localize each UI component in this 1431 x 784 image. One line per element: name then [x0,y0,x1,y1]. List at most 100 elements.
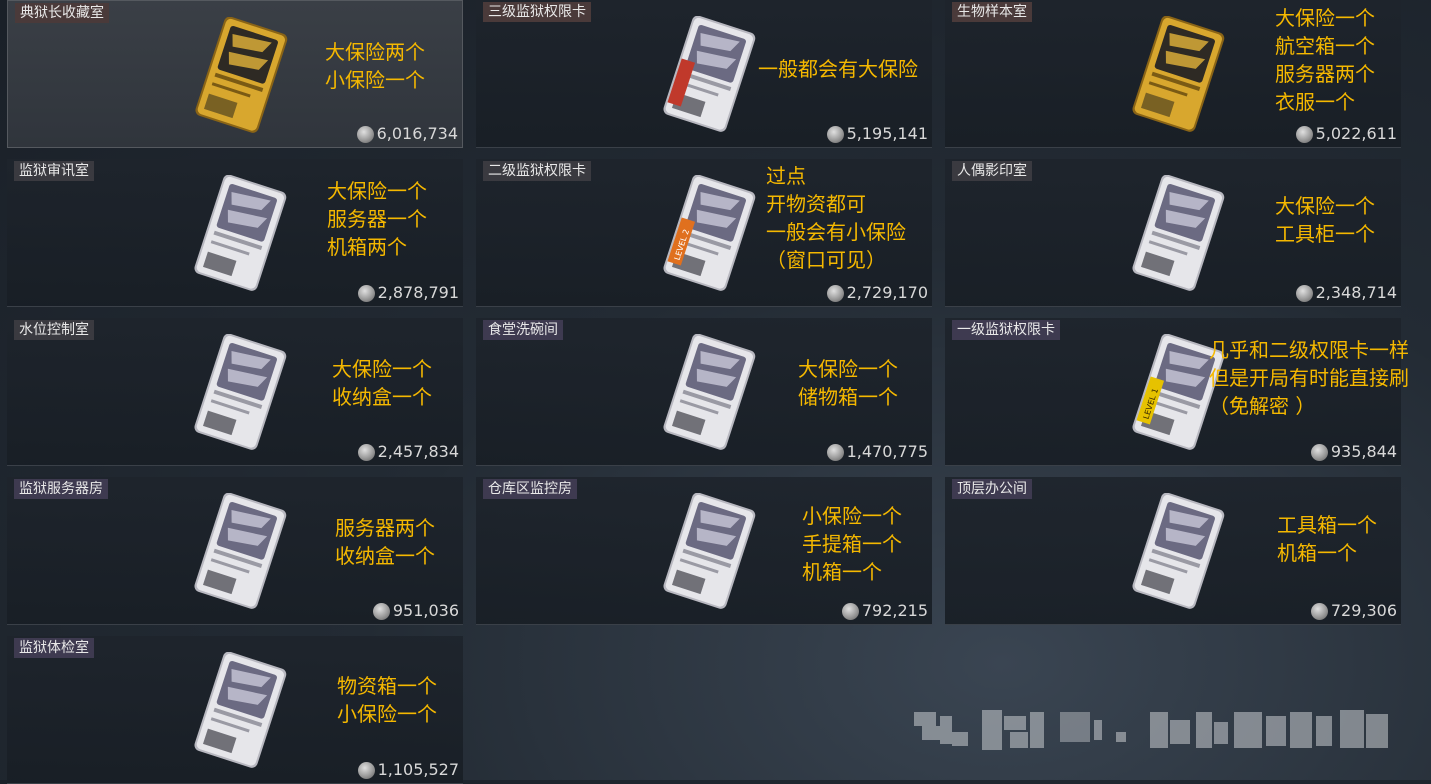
keycard-icon [194,16,290,135]
keycard-icon: LEVEL 2 [662,174,758,293]
room-note-line: 工具柜一个 [1275,222,1375,246]
price-tag: 792,215 [841,600,928,622]
price-tag: 1,470,775 [826,441,928,463]
room-note-line: 储物箱一个 [798,385,898,409]
room-name-label: 水位控制室 [14,320,94,340]
room-note-line: 服务器一个 [327,207,427,231]
price-value: 2,457,834 [377,442,459,461]
room-note-line: 几乎和二级权限卡一样 [1209,338,1409,362]
price-value: 935,844 [1330,442,1397,461]
price-tag: 5,195,141 [826,123,928,145]
room-name-label: 三级监狱权限卡 [483,2,591,22]
room-name-label: 食堂洗碗间 [483,320,563,340]
room-note-line: 一般会有小保险 [766,220,906,244]
price-tag: 2,348,714 [1295,282,1397,304]
keycard-icon [1131,174,1227,293]
keycard-icon [662,333,758,452]
room-note: 大保险一个工具柜一个 [1275,192,1375,248]
price-tag: 729,306 [1310,600,1397,622]
price-value: 5,195,141 [846,124,928,143]
room-note: 过点 开物资都可 一般会有小保险 （窗口可见） [766,162,906,274]
price-value: 6,016,734 [376,124,458,143]
coin-icon [1310,443,1328,461]
keycard-icon [1131,492,1227,611]
price-tag: 951,036 [372,600,459,622]
coin-icon [841,602,859,620]
room-note-line: 大保险两个 [325,40,425,64]
room-note-line: 衣服一个 [1275,90,1355,114]
room-note-line: 大保险一个 [798,357,898,381]
price-tag: 6,016,734 [356,123,458,145]
keycard-icon [193,174,289,293]
price-value: 5,022,611 [1315,124,1397,143]
price-value: 1,470,775 [846,442,928,461]
price-value: 951,036 [392,601,459,620]
watermark-blur [910,702,1396,758]
keycard-icon [662,492,758,611]
room-note: 大保险两个小保险一个 [325,38,425,94]
price-value: 1,105,527 [377,760,459,779]
keycard-icon [193,333,289,452]
coin-icon [357,284,375,302]
price-tag: 935,844 [1310,441,1397,463]
room-note-line: （免解密 ） [1209,394,1316,418]
room-name-label: 监狱体检室 [14,638,94,658]
price-value: 729,306 [1330,601,1397,620]
keycard-icon [193,651,289,770]
room-note-line: 开物资都可 [766,192,866,216]
room-note-line: 大保险一个 [327,179,427,203]
room-name-label: 顶层办公间 [952,479,1032,499]
room-note-line: 手提箱一个 [802,532,902,556]
price-value: 792,215 [861,601,928,620]
coin-icon [1310,602,1328,620]
coin-icon [357,443,375,461]
room-note: 几乎和二级权限卡一样 但是开局有时能直接刷 （免解密 ） [1209,336,1409,420]
room-note-line: 收纳盒一个 [335,544,435,568]
room-note-line: 小保险一个 [802,504,902,528]
room-note-line: 航空箱一个 [1275,34,1375,58]
room-note: 大保险一个 收纳盒一个 [332,355,432,411]
room-note: 大保险一个航空箱一个服务器两个衣服一个 [1275,4,1375,116]
room-note: 工具箱一个 机箱一个 [1277,511,1377,567]
room-name-label: 生物样本室 [952,2,1032,22]
room-note: 一般都会有大保险 [758,55,918,83]
price-value: 2,729,170 [846,283,928,302]
price-tag: 2,729,170 [826,282,928,304]
room-name-label: 典狱长收藏室 [15,3,109,23]
room-note-line: 收纳盒一个 [332,385,432,409]
room-name-label: 监狱审讯室 [14,161,94,181]
coin-icon [1295,125,1313,143]
keycard-icon [662,15,758,134]
room-note-line: 小保险一个 [325,68,425,92]
room-name-label: 一级监狱权限卡 [952,320,1060,340]
room-note-line: 但是开局有时能直接刷 [1209,366,1409,390]
room-name-label: 监狱服务器房 [14,479,108,499]
coin-icon [826,443,844,461]
coin-icon [372,602,390,620]
room-note-line: 物资箱一个 [337,674,437,698]
room-note: 小保险一个手提箱一个机箱一个 [802,502,902,586]
room-note-line: 大保险一个 [1275,194,1375,218]
coin-icon [356,125,374,143]
price-tag: 5,022,611 [1295,123,1397,145]
room-note: 大保险一个储物箱一个 [798,355,898,411]
room-note: 物资箱一个小保险一个 [337,672,437,728]
room-note-line: 工具箱一个 [1277,513,1377,537]
room-note: 大保险一个 服务器一个 机箱两个 [327,177,427,261]
coin-icon [1295,284,1313,302]
room-note-line: 大保险一个 [1275,6,1375,30]
price-tag: 2,457,834 [357,441,459,463]
room-name-label: 二级监狱权限卡 [483,161,591,181]
price-value: 2,348,714 [1315,283,1397,302]
room-note: 服务器两个收纳盒一个 [335,514,435,570]
room-note-line: 服务器两个 [1275,62,1375,86]
room-note-line: 小保险一个 [337,702,437,726]
room-name-label: 仓库区监控房 [483,479,577,499]
room-note-line: 过点 [766,164,806,188]
room-note-line: 机箱一个 [1277,541,1357,565]
keycard-icon [193,492,289,611]
price-tag: 2,878,791 [357,282,459,304]
room-name-label: 人偶影印室 [952,161,1032,181]
room-note-line: 服务器两个 [335,516,435,540]
room-note-line: 机箱一个 [802,560,882,584]
